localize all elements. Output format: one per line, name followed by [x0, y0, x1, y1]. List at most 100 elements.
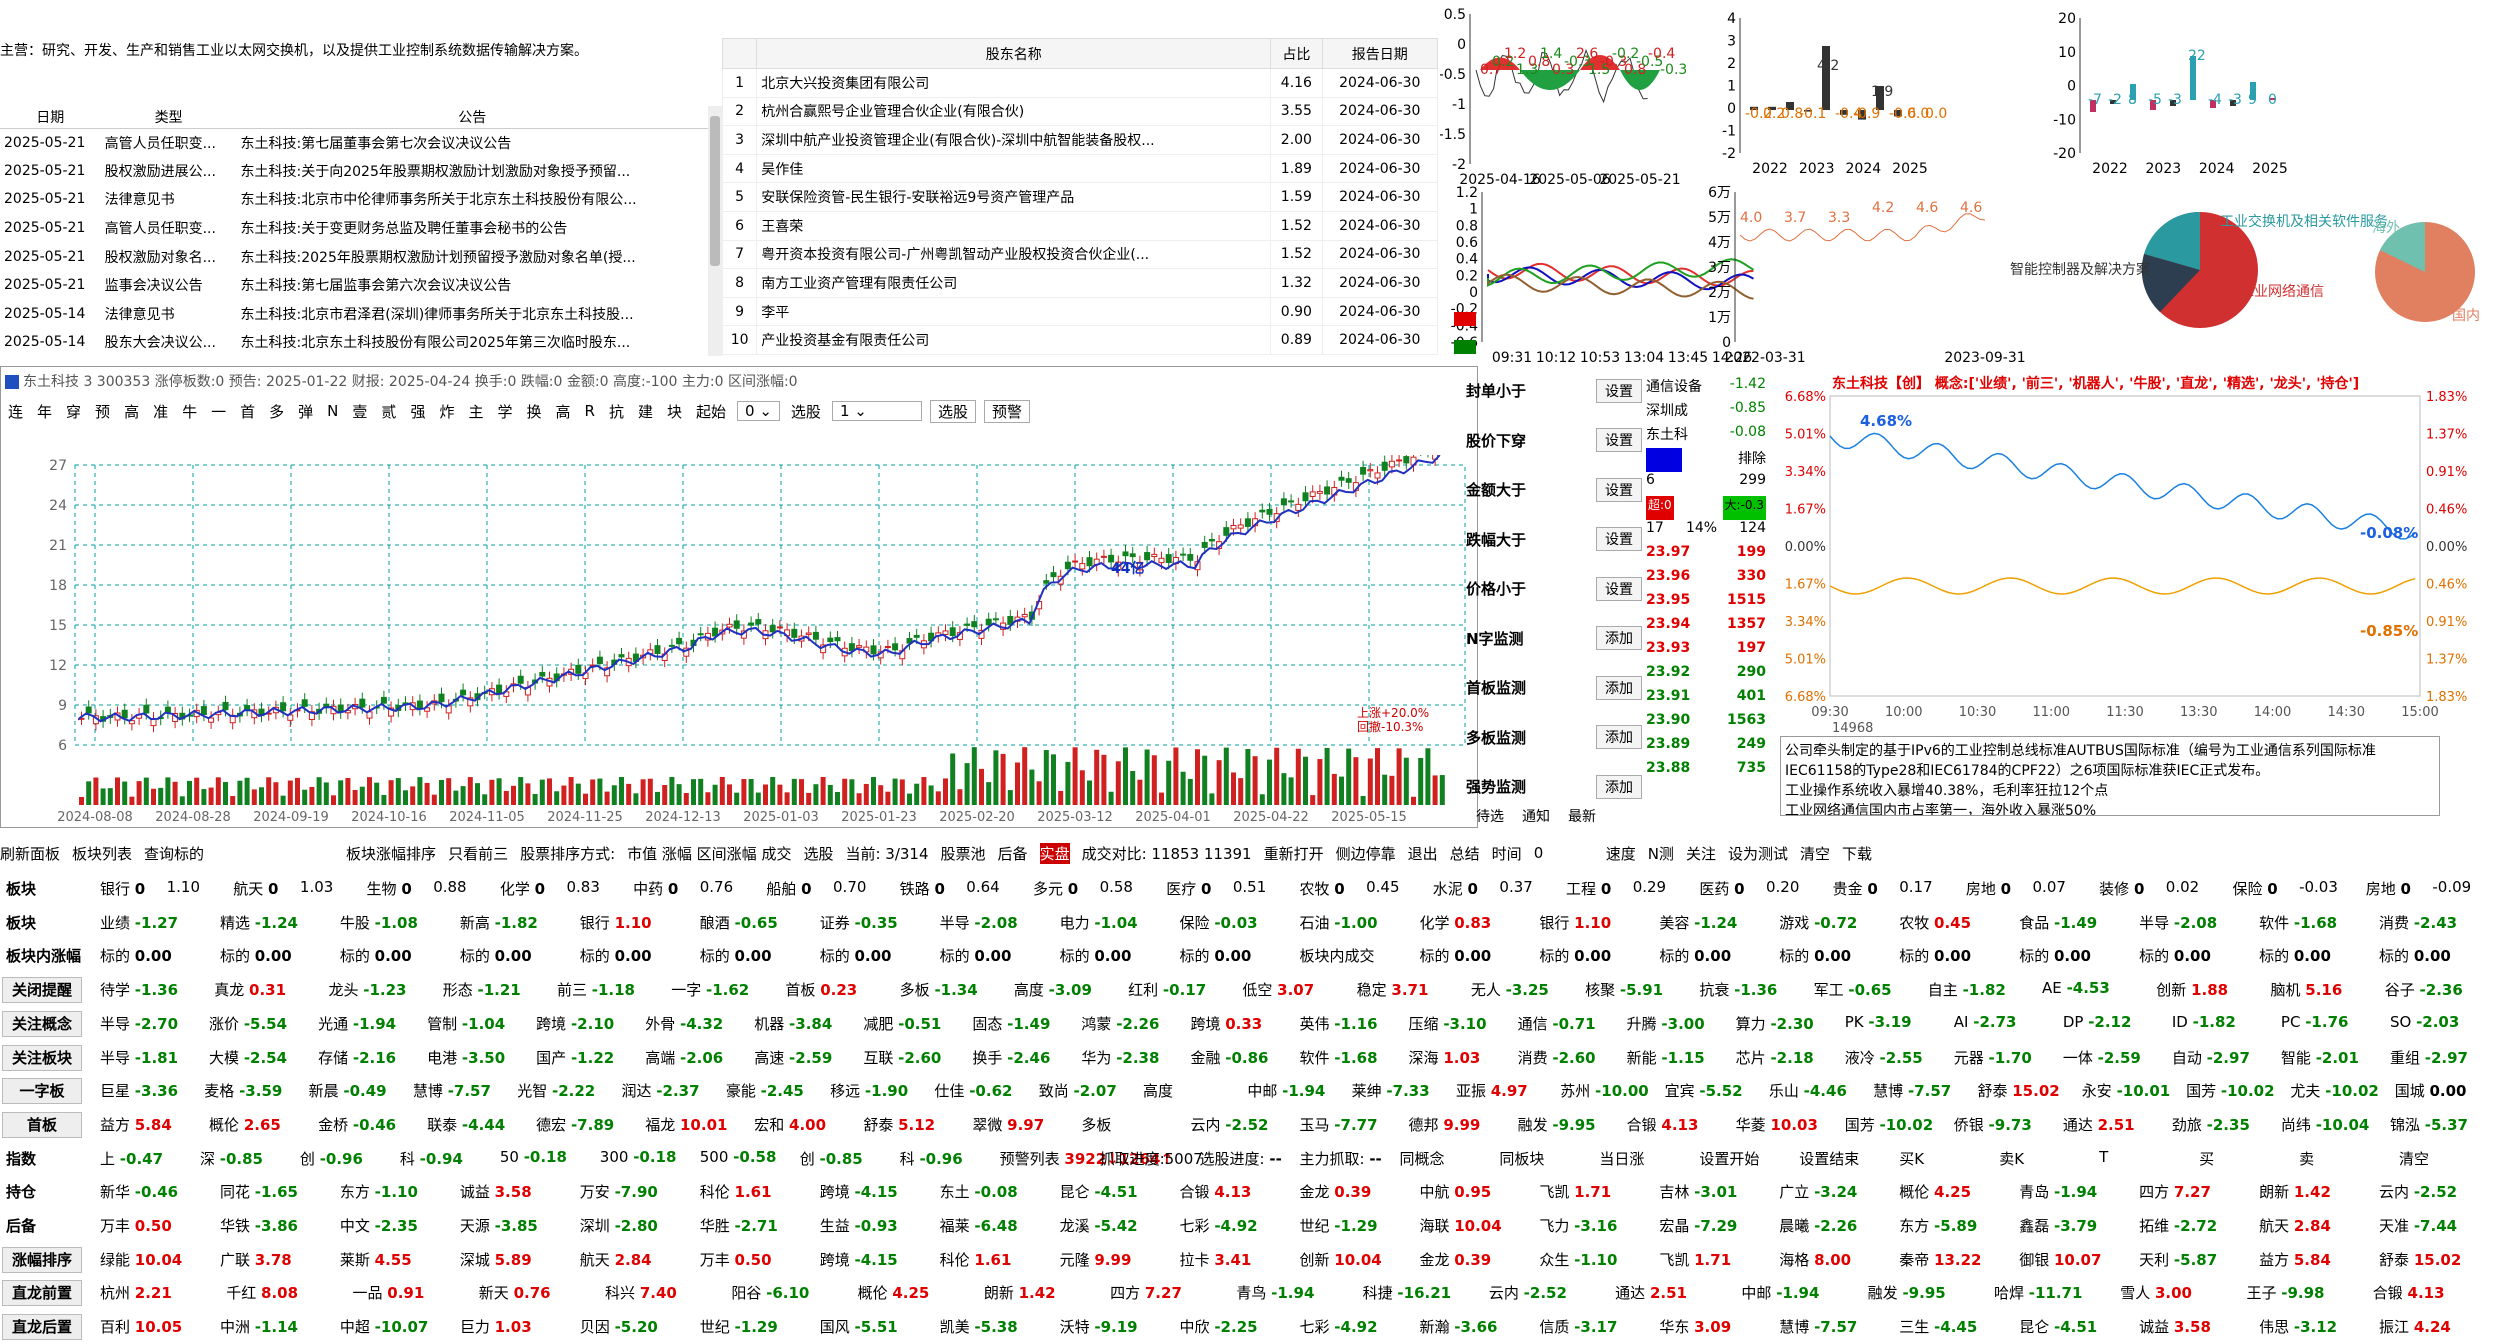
kline-tool-button[interactable]: 强	[403, 401, 432, 422]
grid-cell[interactable]: 卖	[2299, 1148, 2314, 1169]
grid-cell[interactable]: 百利 10.05	[100, 1316, 182, 1337]
grid-cell[interactable]: 翠微 9.97	[972, 1114, 1044, 1135]
grid-cell[interactable]: 海联 10.04	[1419, 1215, 1501, 1236]
grid-cell[interactable]: 国城 0.00	[2395, 1080, 2467, 1101]
sh-row[interactable]: 3 深圳中航产业投资管理企业(有限合伙)-深圳中航智能装备股权... 2.00 202…	[721, 125, 1439, 155]
grid-cell[interactable]: 科捷 -16.21	[1363, 1282, 1451, 1303]
refresh-button[interactable]: 刷新面板	[0, 843, 60, 864]
grid-cell[interactable]: 新晨 -0.49	[309, 1080, 387, 1101]
grid-cell[interactable]: 前三 -1.18	[557, 979, 635, 1000]
sort-options[interactable]: 市值 涨幅 区间涨幅 成交	[627, 843, 791, 864]
grid-cell[interactable]: 0.07	[2033, 878, 2066, 896]
grid-cell[interactable]: 电港 -3.50	[427, 1047, 505, 1068]
grid-cell[interactable]: 广立 -3.24	[1779, 1181, 1857, 1202]
grid-cell[interactable]: 玉马 -7.77	[1300, 1114, 1378, 1135]
grid-cell[interactable]: 0.58	[1100, 878, 1133, 896]
grid-cell[interactable]: 软件 -1.68	[1300, 1047, 1378, 1068]
grid-cell[interactable]: 新天 0.76	[479, 1282, 551, 1303]
grid-cell[interactable]: 红利 -0.17	[1128, 979, 1206, 1000]
grid-cell[interactable]: 福莱 -6.48	[940, 1215, 1018, 1236]
grid-cell[interactable]: 半导 -1.81	[100, 1047, 178, 1068]
ann-row[interactable]: 2025-05-21 法律意见书 东土科技:北京市中伦律师事务所关于北京东土科技股份…	[0, 185, 708, 214]
kline-tool-button[interactable]: 牛	[175, 401, 204, 422]
sh-row[interactable]: 9 李平 0.90 2024-06-30	[721, 296, 1439, 327]
grid-cell[interactable]: 慧博 -7.57	[1873, 1080, 1951, 1101]
grid-cell[interactable]: 哈焊 -11.71	[1994, 1282, 2082, 1303]
kline-warn-button[interactable]: 预警	[983, 399, 1030, 423]
grid-cell[interactable]: 益方 5.84	[100, 1114, 172, 1135]
grid-cell[interactable]: 生物 0	[367, 878, 412, 899]
grid-cell[interactable]: 铁路 0	[900, 878, 945, 899]
grid-cell[interactable]: 1.10	[167, 878, 200, 896]
grid-cell[interactable]: 标的 0.00	[2139, 945, 2211, 966]
grid-cell[interactable]: 消费 -2.60	[1518, 1047, 1596, 1068]
ncheck-button[interactable]: N测	[1648, 843, 1674, 864]
grid-cell[interactable]: 航天 2.84	[580, 1249, 652, 1270]
grid-cell[interactable]: 联泰 -4.44	[427, 1114, 505, 1135]
grid-cell[interactable]: 鸿蒙 -2.26	[1081, 1013, 1159, 1034]
clear-button[interactable]: 清空	[1800, 843, 1830, 864]
download-button[interactable]: 下载	[1842, 843, 1872, 864]
grid-cell[interactable]: 益方 5.84	[2259, 1249, 2331, 1270]
grid-cell[interactable]: 万丰 0.50	[100, 1215, 172, 1236]
grid-cell[interactable]: 买	[2199, 1148, 2214, 1169]
grid-cell[interactable]: 0.29	[1633, 878, 1666, 896]
grid-cell[interactable]: 云内 -2.52	[1489, 1282, 1567, 1303]
grid-cell[interactable]: 谷子 -2.36	[2385, 979, 2463, 1000]
grid-cell[interactable]: 标的 0.00	[1180, 945, 1252, 966]
grid-cell[interactable]: 科伦 1.61	[940, 1249, 1012, 1270]
grid-cell[interactable]: 尤夫 -10.02	[2290, 1080, 2378, 1101]
grid-cell[interactable]: 农牧 0	[1300, 878, 1345, 899]
grid-cell[interactable]: 合锻 4.13	[1627, 1114, 1699, 1135]
grid-cell[interactable]: 外骨 -4.32	[645, 1013, 723, 1034]
kline-tool-button[interactable]: 块	[660, 401, 689, 422]
sector-list-button[interactable]: 板块列表	[72, 843, 132, 864]
grid-cell[interactable]: 阳谷 -6.10	[731, 1282, 809, 1303]
grid-cell[interactable]: 当日涨	[1599, 1148, 1644, 1169]
grid-cell[interactable]: 石油 -1.00	[1300, 912, 1378, 933]
grid-cell[interactable]: 昆仑 -4.51	[2019, 1316, 2097, 1337]
grid-cell[interactable]: 标的 0.00	[1539, 945, 1611, 966]
summary-button[interactable]: 总结	[1450, 843, 1480, 864]
grid-cell[interactable]: 御银 10.07	[2019, 1249, 2101, 1270]
grid-cell[interactable]: 万丰 0.50	[700, 1249, 772, 1270]
grid-cell[interactable]: 国产 -1.22	[536, 1047, 614, 1068]
kline-start-dropdown[interactable]: 0 ⌄	[737, 401, 780, 421]
grid-cell[interactable]: 同花 -1.65	[220, 1181, 298, 1202]
grid-cell[interactable]: 抗衰 -1.36	[1699, 979, 1777, 1000]
grid-cell[interactable]: 标的 0.00	[220, 945, 292, 966]
grid-cell[interactable]: 自动 -2.97	[2172, 1047, 2250, 1068]
grid-cell[interactable]: 元隆 9.99	[1060, 1249, 1132, 1270]
grid-cell[interactable]: 秦帝 13.22	[1899, 1249, 1981, 1270]
grid-cell[interactable]: 房地 0	[2366, 878, 2411, 899]
grid-cell[interactable]: 待学 -1.36	[100, 979, 178, 1000]
grid-cell[interactable]: 0.76	[700, 878, 733, 896]
grid-cell[interactable]: 设置开始	[1699, 1148, 1759, 1169]
grid-cell[interactable]: 医药 0	[1699, 878, 1744, 899]
grid-cell[interactable]: 装修 0	[2099, 878, 2144, 899]
grid-cell[interactable]: 首板 0.23	[785, 979, 857, 1000]
grid-cell[interactable]: 王子 -9.98	[2246, 1282, 2324, 1303]
grid-cell[interactable]: 300 -0.18	[600, 1148, 677, 1166]
grid-cell[interactable]: 创新 10.04	[1300, 1249, 1382, 1270]
grid-cell[interactable]: 光通 -1.94	[318, 1013, 396, 1034]
grid-cell[interactable]: 伟思 -3.12	[2259, 1316, 2337, 1337]
grid-cell[interactable]: 互联 -2.60	[863, 1047, 941, 1068]
grid-cell[interactable]: 卖K	[1999, 1148, 2024, 1169]
grid-cell[interactable]: 英伟 -1.16	[1300, 1013, 1378, 1034]
grid-cell[interactable]: 福龙 10.01	[645, 1114, 727, 1135]
grid-cell[interactable]: 脑机 5.16	[2271, 979, 2343, 1000]
kline-tool-button[interactable]: 炸	[432, 401, 461, 422]
grid-cell[interactable]: 水泥 0	[1433, 878, 1478, 899]
grid-cell[interactable]: 华为 -2.38	[1081, 1047, 1159, 1068]
grid-cell[interactable]: 软件 -1.68	[2259, 912, 2337, 933]
sh-row[interactable]: 7 粤开资本投资有限公司-广州粤凯智动产业股权投资合伙企业(... 1.52 2024…	[721, 239, 1439, 270]
grid-cell[interactable]: 标的 0.00	[940, 945, 1012, 966]
grid-cell[interactable]: 世纪 -1.29	[700, 1316, 778, 1337]
grid-cell[interactable]: 1.03	[300, 878, 333, 896]
grid-cell[interactable]: 金龙 0.39	[1300, 1181, 1372, 1202]
grid-cell[interactable]: 融发 -9.95	[1868, 1282, 1946, 1303]
grid-cell[interactable]: 国芳 -10.02	[2186, 1080, 2274, 1101]
grid-cell[interactable]: 科伦 1.61	[700, 1181, 772, 1202]
exit-button[interactable]: 退出	[1408, 843, 1438, 864]
